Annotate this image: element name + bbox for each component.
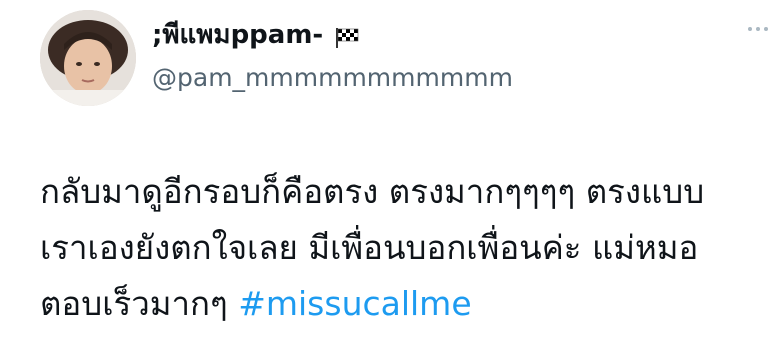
hashtag-link[interactable]: #missucallme xyxy=(238,284,471,323)
avatar-photo xyxy=(40,10,136,106)
tweet-line-1: กลับมาดูอีกรอบก็คือตรง ตรงมากๆๆๆๆ ตรงแบบ xyxy=(40,172,705,211)
tweet-card: ;พีแพมppam- @pam_mmmmmmmmmmm กลับมาดูอีก… xyxy=(0,0,772,347)
tweet-line-3-text: ตอบเร็วมากๆ xyxy=(40,284,239,323)
tweet-line-2: เราเองยังตกใจเลย มีเพื่อนบอกเพื่อนค่ะ แม… xyxy=(40,228,699,267)
avatar[interactable] xyxy=(40,10,136,106)
display-name-text: ;พีแพมppam- xyxy=(152,20,324,50)
checkered-flag-icon xyxy=(335,24,359,48)
display-name[interactable]: ;พีแพมppam- xyxy=(152,18,359,52)
user-handle[interactable]: @pam_mmmmmmmmmmm xyxy=(152,62,513,94)
more-options-icon[interactable] xyxy=(748,22,772,36)
tweet-line-3: ตอบเร็วมากๆ #missucallme xyxy=(40,276,760,332)
tweet-text: กลับมาดูอีกรอบก็คือตรง ตรงมากๆๆๆๆ ตรงแบบ… xyxy=(40,164,760,332)
